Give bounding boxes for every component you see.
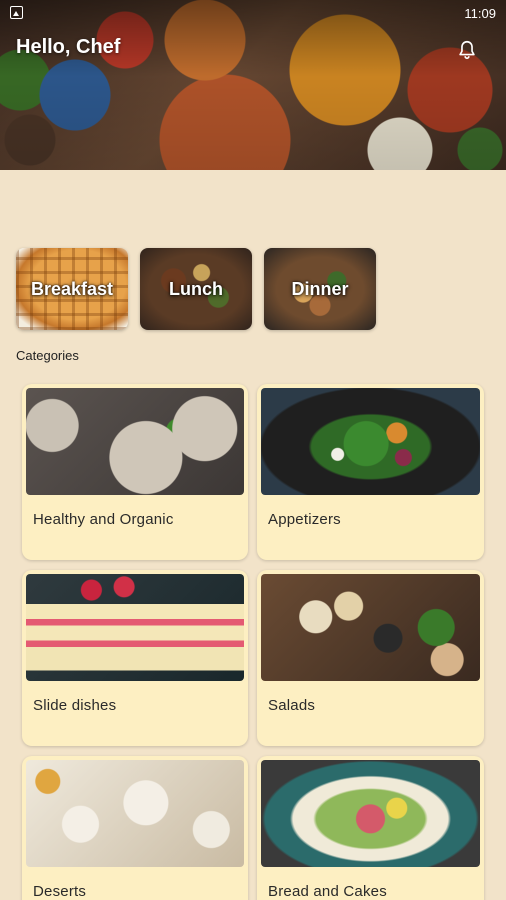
meal-tile-lunch[interactable]: Lunch bbox=[140, 248, 252, 330]
category-card-bread-cakes[interactable]: Bread and Cakes bbox=[257, 756, 484, 900]
meal-label: Dinner bbox=[291, 278, 349, 299]
image-icon bbox=[10, 6, 23, 19]
categories-heading: Categories bbox=[16, 348, 79, 363]
hero-banner: 11:09 Hello, Chef bbox=[0, 0, 506, 170]
hero-overlay bbox=[0, 0, 506, 170]
category-card-slide-dishes[interactable]: Slide dishes bbox=[22, 570, 248, 746]
category-card-deserts[interactable]: Deserts bbox=[22, 756, 248, 900]
category-name: Bread and Cakes bbox=[268, 883, 387, 900]
category-name: Healthy and Organic bbox=[33, 511, 174, 528]
category-image bbox=[26, 574, 244, 681]
category-image bbox=[26, 760, 244, 867]
category-card-salads[interactable]: Salads bbox=[257, 570, 484, 746]
category-grid: Healthy and Organic Appetizers Slide dis… bbox=[22, 384, 484, 900]
category-name: Appetizers bbox=[268, 511, 341, 528]
category-image bbox=[26, 388, 244, 495]
meal-label: Breakfast bbox=[30, 278, 114, 299]
meal-label: Lunch bbox=[169, 278, 223, 299]
meal-tile-dinner[interactable]: Dinner bbox=[264, 248, 376, 330]
category-image bbox=[261, 388, 480, 495]
category-image bbox=[261, 760, 480, 867]
meal-tile-breakfast[interactable]: Breakfast bbox=[16, 248, 128, 330]
category-card-healthy[interactable]: Healthy and Organic bbox=[22, 384, 248, 560]
category-name: Slide dishes bbox=[33, 697, 117, 714]
bell-icon[interactable] bbox=[456, 38, 478, 62]
status-time: 11:09 bbox=[464, 6, 496, 21]
greeting-title: Hello, Chef bbox=[16, 36, 121, 58]
category-image bbox=[261, 574, 480, 681]
category-name: Deserts bbox=[33, 883, 87, 900]
category-card-appetizers[interactable]: Appetizers bbox=[257, 384, 484, 560]
category-name: Salads bbox=[268, 697, 316, 714]
meal-tiles: Breakfast Lunch Dinner bbox=[16, 248, 376, 330]
